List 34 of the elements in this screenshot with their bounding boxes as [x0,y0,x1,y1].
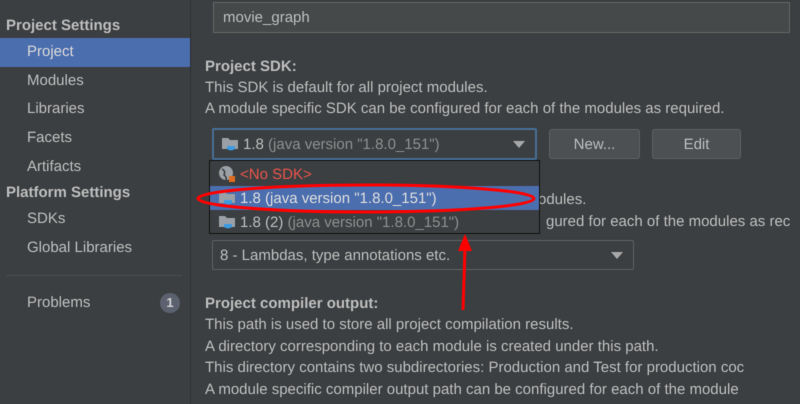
caret-icon [611,252,623,258]
sidebar-item[interactable]: Project [0,38,190,67]
description-text: This directory contains two subdirectories: Production and Test for production coc [205,358,744,378]
sidebar-item[interactable]: Libraries [0,95,190,124]
sdk-option[interactable]: 1.8 (2) (java version "1.8.0_151") [210,210,539,234]
description-text: A module specific SDK can be configured for each of the modules as required. [205,99,724,119]
sidebar-item[interactable]: Modules [0,66,190,96]
folder-cup-icon [218,214,236,230]
count-badge: 1 [160,292,180,313]
sidebar-item[interactable]: Facets [0,124,190,153]
sdk-dropdown[interactable]: 1.8 (java version "1.8.0_151") [212,128,537,160]
globe-icon [218,165,236,183]
sidebar-item[interactable]: Problems [27,294,90,312]
sidebar-item[interactable]: Artifacts [0,152,190,182]
sdk-option[interactable]: <No SDK> [210,162,539,186]
sidebar-item[interactable]: Global Libraries [0,234,190,263]
description-text: A module specific compiler output path can be configured for each of the module [205,380,739,400]
description-text: odules. [538,190,588,210]
section-heading: Project Settings [5,16,122,36]
name-field[interactable]: movie_graph [213,2,790,33]
section-heading: Project compiler output: [205,294,378,314]
description-text: This SDK is default for all project modules. [205,78,488,98]
description-text: This path is used to store all project compilation results. [205,315,574,335]
new-button[interactable]: New... [549,129,640,159]
section-heading: Project SDK: [205,57,297,77]
edit-button[interactable]: Edit [652,129,741,159]
caret-icon [513,140,525,148]
sidebar-item[interactable]: SDKs [0,205,190,234]
section-heading: Platform Settings [5,183,132,204]
description-text: A directory corresponding to each module is created under this path. [205,336,659,357]
language-level-dropdown[interactable]: 8 - Lambdas, type annotations etc. [212,240,634,270]
folder-cup-icon [218,190,236,206]
description-text: gured for each of the modules as rec [546,212,792,232]
folder-cup-icon [221,136,239,152]
